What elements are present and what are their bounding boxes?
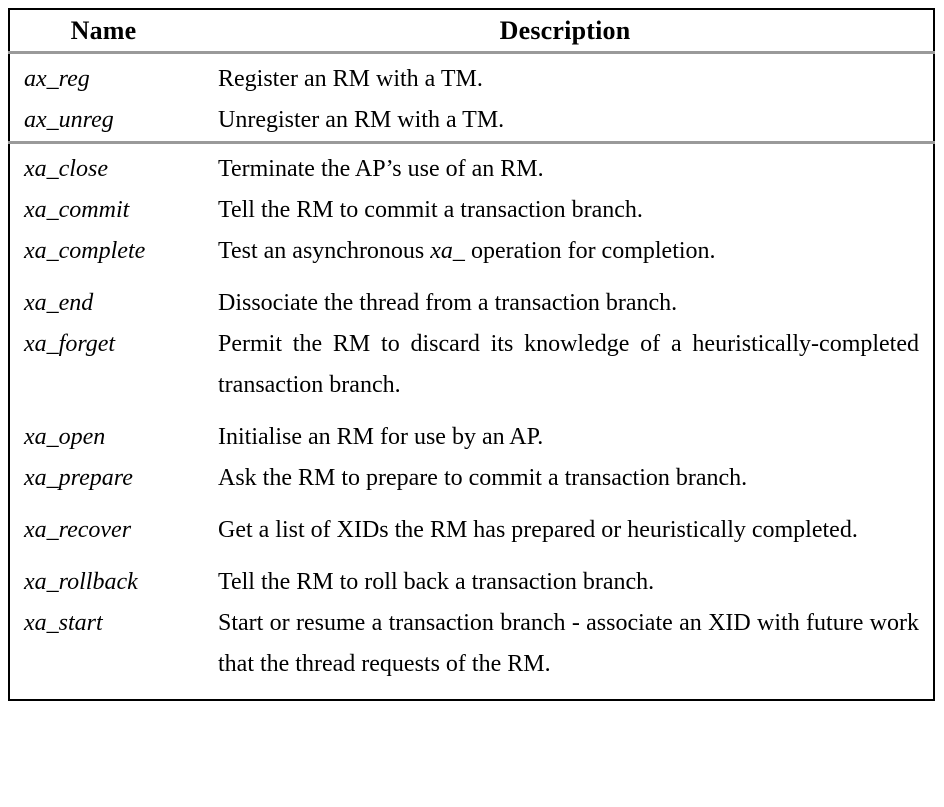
- table-row: xa_rollback Tell the RM to roll back a tr…: [9, 562, 934, 603]
- function-description: Test an asynchronous xa_ operation for c…: [218, 238, 716, 264]
- function-description-cell: Tell the RM to roll back a transaction b…: [197, 562, 934, 603]
- function-description: Dissociate the thread from a transaction…: [218, 290, 678, 316]
- function-name-cell: xa_commit: [9, 190, 197, 231]
- table-body: ax_reg Register an RM with a TM. ax_unreg U…: [9, 53, 934, 701]
- function-name: xa_forget: [24, 331, 116, 357]
- function-name: xa_start: [24, 610, 103, 636]
- function-name: ax_reg: [24, 66, 90, 92]
- function-description: Unregister an RM with a TM.: [218, 107, 505, 133]
- function-description: Initialise an RM for use by an AP.: [218, 424, 544, 450]
- function-description-cell: Ask the RM to prepare to commit a transa…: [197, 458, 934, 510]
- function-description-cell: Get a list of XIDs the RM has prepared o…: [197, 510, 934, 562]
- function-name-cell: xa_start: [9, 603, 197, 700]
- function-description-cell: Register an RM with a TM.: [197, 53, 934, 101]
- table-row: ax_unreg Unregister an RM with a TM.: [9, 100, 934, 144]
- column-header-description-cell: Description: [197, 9, 934, 54]
- function-description-cell: Start or resume a transaction branch - a…: [197, 603, 934, 700]
- table-row: xa_forget Permit the RM to discard its kn…: [9, 324, 934, 417]
- table-row: xa_prepare Ask the RM to prepare to commi…: [9, 458, 934, 510]
- function-name: xa_rollback: [24, 569, 138, 595]
- function-description-cell: Test an asynchronous xa_ operation for c…: [197, 231, 934, 283]
- function-description: Register an RM with a TM.: [218, 66, 483, 92]
- function-name: xa_prepare: [24, 465, 133, 491]
- function-name-cell: xa_close: [9, 143, 197, 191]
- column-header-name-cell: Name: [9, 9, 197, 54]
- function-name: ax_unreg: [24, 107, 114, 133]
- function-name-cell: xa_forget: [9, 324, 197, 417]
- function-name-cell: xa_recover: [9, 510, 197, 562]
- table-row: xa_open Initialise an RM for use by an AP…: [9, 417, 934, 458]
- function-description-cell: Unregister an RM with a TM.: [197, 100, 934, 144]
- table-row: xa_start Start or resume a transaction br…: [9, 603, 934, 700]
- function-name-cell: xa_open: [9, 417, 197, 458]
- function-name-cell: xa_complete: [9, 231, 197, 283]
- column-header-name: Name: [70, 16, 137, 45]
- function-name: xa_commit: [24, 197, 130, 223]
- function-description: Start or resume a transaction branch - a…: [218, 610, 919, 677]
- table-header: Name Description: [9, 9, 934, 54]
- function-description: Tell the RM to commit a transaction bran…: [218, 197, 643, 223]
- function-name-cell: xa_rollback: [9, 562, 197, 603]
- function-description-cell: Dissociate the thread from a transaction…: [197, 283, 934, 324]
- function-name: xa_complete: [24, 238, 146, 264]
- document-page: Name Description ax_reg Register an RM wi…: [0, 0, 944, 807]
- column-header-description: Description: [499, 16, 631, 45]
- function-description: Ask the RM to prepare to commit a transa…: [218, 465, 748, 491]
- table-row: xa_end Dissociate the thread from a trans…: [9, 283, 934, 324]
- function-name-cell: ax_reg: [9, 53, 197, 101]
- table-row: xa_close Terminate the AP’s use of an RM.: [9, 143, 934, 191]
- function-name-cell: xa_end: [9, 283, 197, 324]
- xa-api-function-table: Name Description ax_reg Register an RM wi…: [8, 8, 935, 701]
- function-description-cell: Permit the RM to discard its knowledge o…: [197, 324, 934, 417]
- function-description-cell: Tell the RM to commit a transaction bran…: [197, 190, 934, 231]
- table-row: ax_reg Register an RM with a TM.: [9, 53, 934, 101]
- function-name: xa_recover: [24, 517, 132, 543]
- function-description: Terminate the AP’s use of an RM.: [218, 156, 544, 182]
- table-row: xa_recover Get a list of XIDs the RM has …: [9, 510, 934, 562]
- function-name: xa_open: [24, 424, 106, 450]
- function-description-cell: Terminate the AP’s use of an RM.: [197, 143, 934, 191]
- function-name-cell: ax_unreg: [9, 100, 197, 144]
- function-name: xa_close: [24, 156, 108, 182]
- function-name: xa_end: [24, 290, 94, 316]
- function-name-cell: xa_prepare: [9, 458, 197, 510]
- table-header-row: Name Description: [9, 9, 934, 54]
- function-description: Permit the RM to discard its knowledge o…: [218, 331, 919, 398]
- table-row: xa_commit Tell the RM to commit a transac…: [9, 190, 934, 231]
- function-description-cell: Initialise an RM for use by an AP.: [197, 417, 934, 458]
- function-description: Get a list of XIDs the RM has prepared o…: [218, 517, 858, 543]
- table-row: xa_complete Test an asynchronous xa_ oper…: [9, 231, 934, 283]
- function-description: Tell the RM to roll back a transaction b…: [218, 569, 655, 595]
